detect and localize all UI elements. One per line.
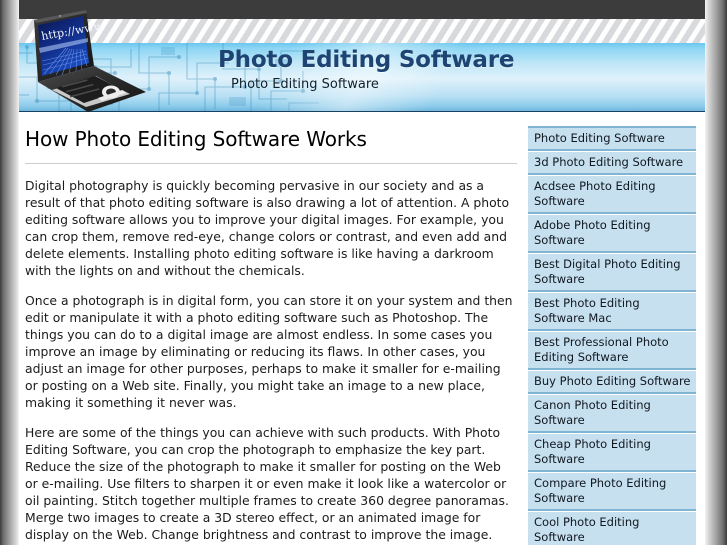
sidebar-item-acdsee-photo-editing-software[interactable]: Acdsee Photo Editing Software xyxy=(528,175,696,214)
page-root: Photo Editing Software Photo Editing Sof… xyxy=(0,0,727,545)
main-column: How Photo Editing Software Works Digital… xyxy=(25,112,522,545)
site-title: Photo Editing Software xyxy=(218,47,515,73)
sidebar-item-adobe-photo-editing-software[interactable]: Adobe Photo Editing Software xyxy=(528,214,696,253)
laptop-logo-icon: http://www xyxy=(34,10,146,112)
sidebar-item-canon-photo-editing-software[interactable]: Canon Photo Editing Software xyxy=(528,394,696,433)
article-paragraph: Once a photograph is in digital form, yo… xyxy=(25,293,513,410)
site-subtitle: Photo Editing Software xyxy=(231,77,379,92)
article-paragraph: Here are some of the things you can achi… xyxy=(25,425,509,545)
article-paragraph: Digital photography is quickly becoming … xyxy=(25,178,510,278)
page-left-shadow xyxy=(0,0,19,545)
sidebar-item-buy-photo-editing-software[interactable]: Buy Photo Editing Software xyxy=(528,370,696,394)
sidebar-item-cheap-photo-editing-software[interactable]: Cheap Photo Editing Software xyxy=(528,433,696,472)
title-divider xyxy=(25,163,517,164)
sidebar-item-3d-photo-editing-software[interactable]: 3d Photo Editing Software xyxy=(528,151,696,175)
sidebar-item-best-digital-photo-editing-software[interactable]: Best Digital Photo Editing Software xyxy=(528,253,696,292)
sidebar-item-compare-photo-editing-software[interactable]: Compare Photo Editing Software xyxy=(528,472,696,511)
sidebar-item-best-professional-photo-editing-software[interactable]: Best Professional Photo Editing Software xyxy=(528,331,696,370)
sidebar-item-best-photo-editing-software-mac[interactable]: Best Photo Editing Software Mac xyxy=(528,292,696,331)
sidebar-link-list: Photo Editing Software 3d Photo Editing … xyxy=(528,126,696,545)
sidebar-item-photo-editing-software[interactable]: Photo Editing Software xyxy=(528,126,696,151)
content-area: How Photo Editing Software Works Digital… xyxy=(19,112,705,545)
page-right-shadow xyxy=(705,0,727,545)
page-title: How Photo Editing Software Works xyxy=(25,127,367,151)
sidebar-item-cool-photo-editing-software[interactable]: Cool Photo Editing Software xyxy=(528,511,696,545)
